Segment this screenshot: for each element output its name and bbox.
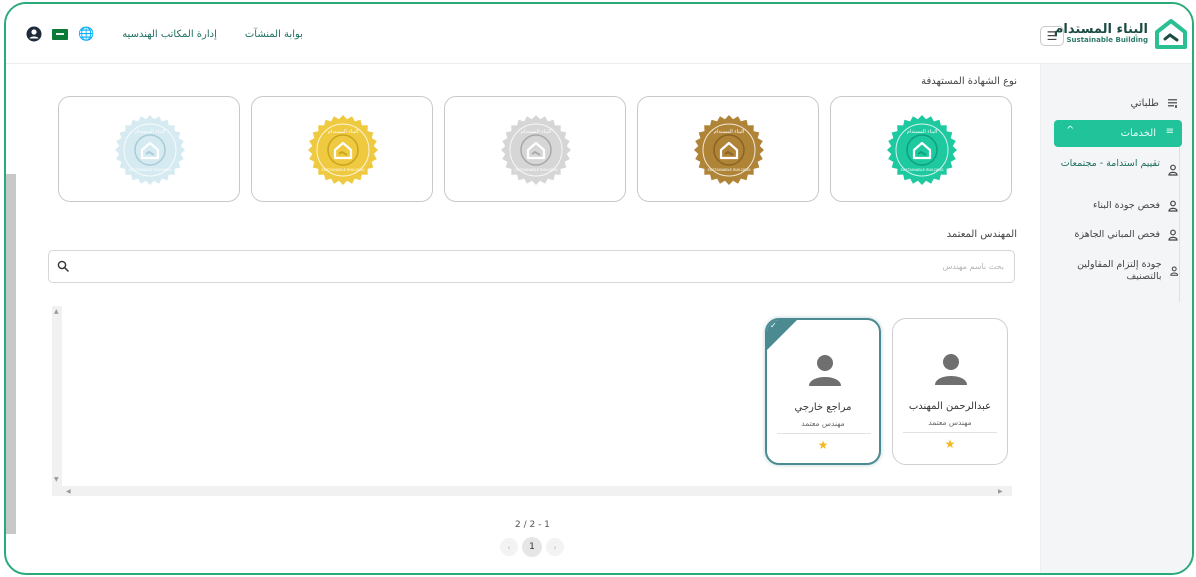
sidebar-item-services[interactable]: الخدمات ≡ ^ [1054, 120, 1182, 147]
link-engineering-offices[interactable]: إدارة المكاتب الهندسيه [122, 29, 217, 40]
sidebar-item-label: فحص المباني الجاهزة [1074, 229, 1161, 240]
person-icon [1168, 229, 1178, 241]
user-icon[interactable] [26, 26, 42, 42]
pagination-page-button[interactable]: 1 [522, 537, 542, 557]
card-divider [777, 433, 871, 434]
sidebar-item-label: فحص جودة البناء [1093, 200, 1160, 211]
vertical-scrollbar[interactable]: ▲ ▼ [52, 306, 62, 488]
page-scrollbar[interactable] [6, 174, 16, 534]
certificate-badge-icon: البناء المستدام SUSTAINABLE BUILDING [501, 115, 571, 185]
sidebar-item-build-quality[interactable]: فحص جودة البناء [1058, 200, 1178, 212]
menu-toggle-button[interactable]: ☰ [1040, 26, 1064, 46]
search-icon [57, 260, 69, 272]
engineer-search-input[interactable] [104, 251, 1004, 282]
brand-name-ar: البناء المستدام [1053, 22, 1148, 37]
check-icon: ✓ [770, 321, 777, 330]
engineer-search [48, 250, 1015, 283]
avatar-icon [809, 355, 841, 386]
badge-text-ar: البناء المستدام [521, 129, 551, 135]
services-icon: ≡ [1165, 126, 1174, 137]
sidebar-item-label: جودة إلتزام المقاولين بالتصنيف [1077, 259, 1162, 282]
scroll-up-icon[interactable]: ▲ [54, 308, 59, 315]
sidebar-item-label: تقييم استدامة - مجتمعات [1060, 158, 1160, 169]
star-icon: ★ [944, 437, 956, 451]
header-actions: 🌐 إدارة المكاتب الهندسيه بوابة المنشآت [26, 26, 303, 42]
badge-text-en: SUSTAINABLE BUILDING [321, 168, 364, 172]
certificate-badge-icon: البناء المستدام SUSTAINABLE BUILDING [694, 115, 764, 185]
engineer-label: المهندس المعتمد [946, 229, 1017, 240]
person-icon [1168, 164, 1178, 176]
link-facilities-portal[interactable]: بوابة المنشآت [245, 29, 303, 40]
sidebar: طلباتي الخدمات ≡ ^ تقييم استدامة - مجتمع… [1040, 64, 1192, 573]
star-icon: ★ [817, 438, 829, 452]
brand-logo[interactable]: البناء المستدام Sustainable Building [1054, 14, 1188, 54]
engineer-role: مهندس معتمد [801, 419, 845, 428]
house-logo-icon [1155, 19, 1187, 49]
chevron-up-icon: ^ [1066, 125, 1075, 136]
sidebar-item-contractor-compliance[interactable]: جودة إلتزام المقاولين بالتصنيف [1058, 259, 1178, 283]
certificate-badge-icon: البناء المستدام SUSTAINABLE BUILDING [115, 115, 185, 185]
badge-text-en: SUSTAINABLE BUILDING [128, 168, 171, 172]
card-divider [903, 432, 997, 433]
horizontal-scrollbar[interactable]: ◀ ▶ [52, 486, 1012, 496]
person-icon [1168, 200, 1178, 212]
avatar-icon [935, 354, 967, 385]
badge-text-en: SUSTAINABLE BUILDING [900, 168, 943, 172]
saudi-flag-icon[interactable] [52, 28, 68, 40]
certificate-option-1[interactable]: البناء المستدام SUSTAINABLE BUILDING [830, 96, 1012, 202]
sidebar-item-label: طلباتي [1130, 98, 1159, 109]
menu-icon: ☰ [1046, 29, 1058, 43]
pagination-prev-button[interactable]: ‹ [500, 538, 518, 556]
certificate-badge-icon: البناء المستدام SUSTAINABLE BUILDING [308, 115, 378, 185]
certificate-option-3[interactable]: البناء المستدام SUSTAINABLE BUILDING [444, 96, 626, 202]
pagination: ‹ 1 › [500, 537, 564, 557]
certificate-option-4[interactable]: البناء المستدام SUSTAINABLE BUILDING [251, 96, 433, 202]
brand-name-en: Sustainable Building [1066, 36, 1148, 45]
badge-text-en: SUSTAINABLE BUILDING [514, 168, 557, 172]
certificate-type-label: نوع الشهادة المستهدفة [921, 76, 1017, 87]
badge-text-ar: البناء المستدام [907, 129, 937, 135]
pagination-next-button[interactable]: › [546, 538, 564, 556]
submenu-guide-line [1179, 147, 1180, 302]
engineer-name: مراجع خارجي [794, 402, 852, 413]
badge-text-en: SUSTAINABLE BUILDING [707, 168, 750, 172]
person-icon [1169, 266, 1178, 276]
pagination-summary: 2 / 2 - 1 [515, 520, 550, 530]
scroll-left-icon[interactable]: ◀ [66, 488, 71, 495]
certificate-option-5[interactable]: البناء المستدام SUSTAINABLE BUILDING [58, 96, 240, 202]
engineer-card[interactable]: عبدالرحمن المهندب مهندس معتمد ★ [892, 318, 1008, 465]
app-frame: البناء المستدام Sustainable Building ☰ 🌐… [4, 2, 1194, 575]
list-icon [1168, 99, 1177, 108]
globe-icon[interactable]: 🌐 [78, 27, 94, 42]
scroll-right-icon[interactable]: ▶ [998, 488, 1003, 495]
engineer-card-selected[interactable]: ✓ مراجع خارجي مهندس معتمد ★ [765, 318, 881, 465]
badge-text-ar: البناء المستدام [328, 129, 358, 135]
scroll-down-icon[interactable]: ▼ [54, 476, 59, 483]
sidebar-item-sustainability-communities[interactable]: تقييم استدامة - مجتمعات [1058, 158, 1178, 176]
top-header: البناء المستدام Sustainable Building ☰ 🌐… [6, 4, 1192, 64]
main-content: نوع الشهادة المستهدفة البناء المستدام SUS… [20, 64, 1042, 573]
badge-text-ar: البناء المستدام [714, 129, 744, 135]
sidebar-item-label: الخدمات [1120, 128, 1156, 139]
sidebar-item-prefab-inspection[interactable]: فحص المباني الجاهزة [1058, 229, 1178, 241]
certificate-option-2[interactable]: البناء المستدام SUSTAINABLE BUILDING [637, 96, 819, 202]
engineer-name: عبدالرحمن المهندب [908, 401, 992, 412]
badge-text-ar: البناء المستدام [135, 129, 165, 135]
engineer-role: مهندس معتمد [928, 418, 972, 427]
sidebar-item-my-requests[interactable]: طلباتي [1131, 98, 1178, 109]
certificate-badge-icon: البناء المستدام SUSTAINABLE BUILDING [887, 115, 957, 185]
